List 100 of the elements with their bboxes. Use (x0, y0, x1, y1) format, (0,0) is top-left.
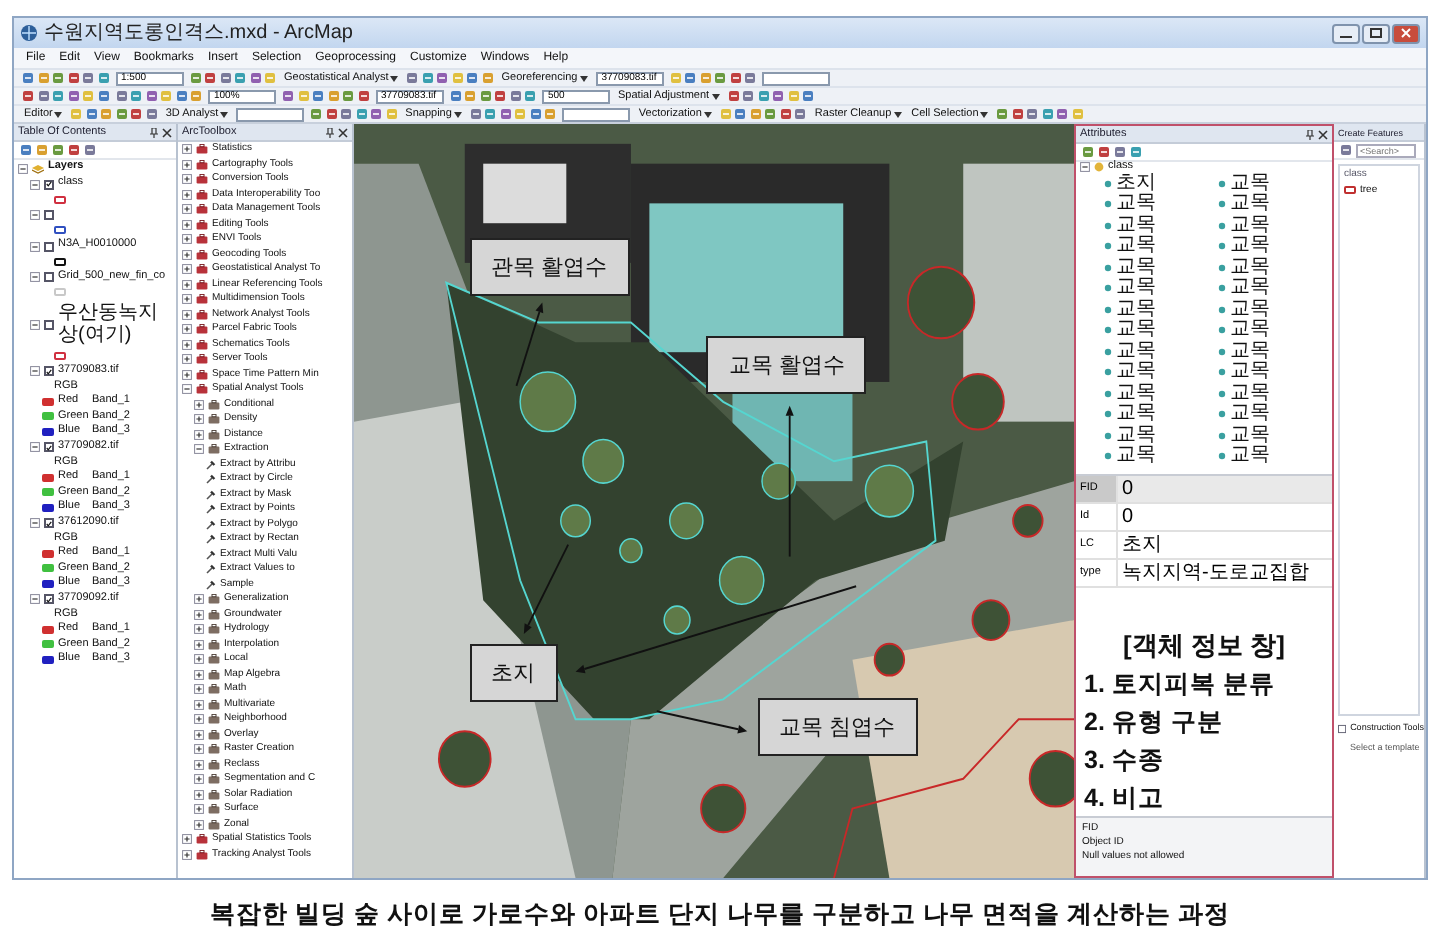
feature-item[interactable]: 교목 (1116, 320, 1156, 341)
tool-icon[interactable] (68, 144, 80, 156)
tool-icon[interactable] (52, 144, 64, 156)
tool-icon[interactable] (67, 72, 79, 84)
toolbar-dropdown[interactable] (236, 107, 305, 121)
expand-icon[interactable] (182, 354, 192, 365)
tool-icon[interactable] (282, 90, 294, 102)
tool-icon[interactable] (757, 90, 770, 102)
tool-icon[interactable] (82, 72, 94, 84)
tool-icon[interactable] (469, 108, 482, 120)
tool-icon[interactable] (494, 90, 506, 102)
tool-icon[interactable] (234, 72, 246, 84)
expand-icon[interactable] (182, 849, 192, 860)
field-value[interactable]: 0 (1116, 475, 1332, 503)
tool-icon[interactable] (325, 108, 338, 120)
expand-icon[interactable] (182, 249, 192, 260)
tool-icon[interactable] (355, 108, 368, 120)
layer-checkbox[interactable] (44, 442, 54, 452)
feature-item[interactable]: 교목 (1116, 215, 1156, 236)
feature-item[interactable]: 교목 (1230, 173, 1270, 194)
close-button[interactable] (1392, 23, 1420, 43)
layer-checkbox[interactable] (44, 594, 54, 604)
tool-icon[interactable] (115, 90, 127, 102)
feature-item[interactable]: 교목 (1230, 299, 1270, 320)
expand-icon[interactable] (182, 294, 192, 305)
tool-icon[interactable] (249, 72, 261, 84)
feature-item[interactable]: 교목 (1116, 194, 1156, 215)
layer-checkbox[interactable] (44, 518, 54, 528)
tool-icon[interactable] (130, 108, 143, 120)
tool-icon[interactable] (406, 72, 419, 84)
expand-icon[interactable] (182, 309, 192, 320)
layer-checkbox[interactable] (44, 210, 54, 220)
expand-icon[interactable] (194, 399, 204, 410)
tool-icon[interactable] (37, 90, 49, 102)
layer-checkbox[interactable] (44, 319, 54, 329)
feature-item[interactable]: 교목 (1230, 236, 1270, 257)
collapse-icon[interactable] (30, 366, 40, 376)
expand-icon[interactable] (194, 429, 204, 440)
feature-item[interactable]: 교목 (1116, 341, 1156, 362)
tool-icon[interactable] (779, 108, 792, 120)
collapse-icon[interactable] (30, 442, 40, 452)
expand-icon[interactable] (182, 144, 192, 155)
tool-icon[interactable] (52, 72, 64, 84)
tool-icon[interactable] (85, 108, 98, 120)
expand-icon[interactable] (194, 654, 204, 665)
tool-icon[interactable] (499, 108, 512, 120)
expand-icon[interactable] (194, 759, 204, 770)
tool-icon[interactable] (342, 90, 354, 102)
tool-icon[interactable] (1340, 144, 1352, 156)
expand-icon[interactable] (194, 789, 204, 800)
collapse-icon[interactable] (18, 163, 28, 173)
tool-icon[interactable] (734, 108, 747, 120)
tool-icon[interactable] (684, 72, 697, 84)
feature-item[interactable]: 초지 (1116, 173, 1156, 194)
tool-icon[interactable] (219, 72, 231, 84)
minimize-button[interactable] (1332, 23, 1360, 43)
expand-icon[interactable] (182, 279, 192, 290)
layer-name[interactable]: 우산동녹지상(여기) (58, 302, 176, 346)
tool-icon[interactable] (794, 108, 807, 120)
layer-checkbox[interactable] (44, 241, 54, 251)
field-value[interactable]: 초지 (1116, 531, 1332, 559)
expand-icon[interactable] (194, 699, 204, 710)
tool-icon[interactable] (1130, 146, 1142, 158)
feature-item[interactable]: 교목 (1230, 362, 1270, 383)
feature-item[interactable]: 교목 (1230, 446, 1270, 467)
expand-icon[interactable] (194, 609, 204, 620)
tool-icon[interactable] (22, 72, 34, 84)
expand-icon[interactable] (194, 684, 204, 695)
tool-icon[interactable] (466, 72, 479, 84)
tool-icon[interactable] (115, 108, 128, 120)
tool-icon[interactable] (145, 108, 158, 120)
layer-checkbox[interactable] (44, 366, 54, 376)
expand-icon[interactable] (182, 174, 192, 185)
tool-icon[interactable] (436, 72, 449, 84)
feature-item[interactable]: 교목 (1116, 404, 1156, 425)
tool-icon[interactable] (744, 72, 757, 84)
expand-icon[interactable] (194, 639, 204, 650)
collapse-icon[interactable] (182, 384, 192, 395)
tool-icon[interactable] (742, 90, 755, 102)
expand-icon[interactable] (182, 369, 192, 380)
feature-item[interactable]: 교목 (1116, 278, 1156, 299)
feature-item[interactable]: 교목 (1116, 362, 1156, 383)
tool-icon[interactable] (714, 72, 727, 84)
tool-icon[interactable] (1041, 108, 1054, 120)
feature-item[interactable]: 교목 (1230, 404, 1270, 425)
expand-icon[interactable] (182, 339, 192, 350)
expand-icon[interactable] (194, 594, 204, 605)
feature-item[interactable]: 교목 (1230, 257, 1270, 278)
expand-icon[interactable] (182, 219, 192, 230)
tool-icon[interactable] (727, 90, 740, 102)
field-value[interactable]: 녹지지역-도로교집합 (1116, 559, 1332, 587)
tool-icon[interactable] (1026, 108, 1039, 120)
tool-icon[interactable] (175, 90, 187, 102)
layer-checkbox[interactable] (44, 179, 54, 189)
tool-icon[interactable] (84, 144, 96, 156)
tool-icon[interactable] (36, 144, 48, 156)
feature-item[interactable]: 교목 (1116, 383, 1156, 404)
close-icon[interactable] (162, 127, 172, 137)
tool-icon[interactable] (1082, 146, 1094, 158)
feature-item[interactable]: 교목 (1230, 425, 1270, 446)
